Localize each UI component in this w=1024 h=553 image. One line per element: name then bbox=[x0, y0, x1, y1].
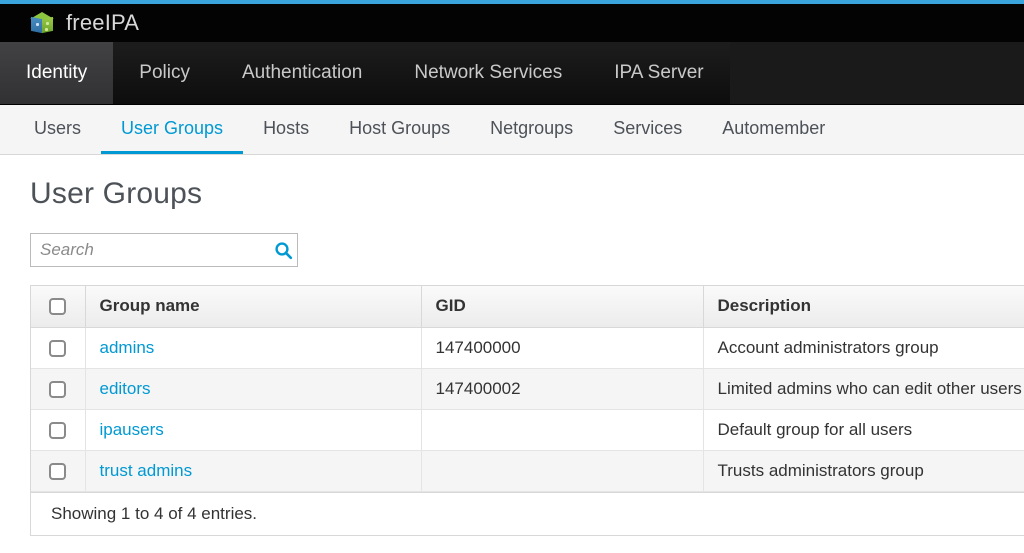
row-checkbox[interactable] bbox=[49, 339, 67, 357]
brand-bar: freeIPA bbox=[0, 4, 1024, 42]
row-select-cell bbox=[31, 327, 86, 369]
cell-group-name: trust admins bbox=[85, 450, 422, 492]
cell-description: Account administrators group bbox=[703, 327, 1024, 369]
select-all-checkbox[interactable] bbox=[49, 298, 67, 316]
cube-logo-icon bbox=[30, 11, 54, 35]
column-header-gid[interactable]: GID bbox=[421, 286, 704, 328]
column-header-description[interactable]: Description bbox=[703, 286, 1024, 328]
group-link-admins[interactable]: admins bbox=[100, 338, 155, 357]
table-header-row: Group name GID Description bbox=[31, 286, 1024, 328]
group-link-trust-admins[interactable]: trust admins bbox=[100, 461, 193, 480]
tab-host-groups[interactable]: Host Groups bbox=[329, 105, 470, 154]
row-select-cell bbox=[31, 368, 86, 410]
cell-gid bbox=[421, 409, 704, 451]
row-select-cell bbox=[31, 409, 86, 451]
group-link-editors[interactable]: editors bbox=[100, 379, 151, 398]
cell-group-name: editors bbox=[85, 368, 422, 410]
user-groups-table-container: Group name GID Description admins 147400… bbox=[30, 285, 1024, 493]
search-button[interactable] bbox=[269, 234, 297, 266]
cell-description: Trusts administrators group bbox=[703, 450, 1024, 492]
group-link-ipausers[interactable]: ipausers bbox=[100, 420, 164, 439]
search-box bbox=[30, 233, 298, 267]
nav-item-policy[interactable]: Policy bbox=[113, 42, 216, 104]
tab-hosts[interactable]: Hosts bbox=[243, 105, 329, 154]
select-all-header bbox=[31, 286, 86, 328]
cell-gid: 147400002 bbox=[421, 368, 704, 410]
tab-services[interactable]: Services bbox=[593, 105, 702, 154]
search-icon bbox=[274, 241, 292, 259]
nav-item-ipa-server[interactable]: IPA Server bbox=[588, 42, 730, 104]
nav-item-identity[interactable]: Identity bbox=[0, 42, 114, 104]
tab-netgroups[interactable]: Netgroups bbox=[470, 105, 593, 154]
tab-users[interactable]: Users bbox=[14, 105, 101, 154]
row-checkbox[interactable] bbox=[49, 380, 67, 398]
row-checkbox[interactable] bbox=[49, 421, 67, 439]
secondary-tab-bar: Users User Groups Hosts Host Groups Netg… bbox=[0, 105, 1024, 155]
cell-description: Limited admins who can edit other users bbox=[703, 368, 1024, 410]
cell-description: Default group for all users bbox=[703, 409, 1024, 451]
search-input[interactable] bbox=[31, 234, 269, 266]
table-row: editors 147400002 Limited admins who can… bbox=[31, 368, 1024, 410]
main-content: User Groups Group name GID Descri bbox=[0, 155, 1024, 536]
page-title: User Groups bbox=[30, 177, 203, 210]
cell-group-name: ipausers bbox=[85, 409, 422, 451]
row-select-cell bbox=[31, 450, 86, 492]
tab-automember[interactable]: Automember bbox=[702, 105, 845, 154]
table-row: ipausers Default group for all users bbox=[31, 409, 1024, 451]
cell-group-name: admins bbox=[85, 327, 422, 369]
row-checkbox[interactable] bbox=[49, 462, 67, 480]
tab-user-groups[interactable]: User Groups bbox=[101, 105, 244, 154]
nav-item-authentication[interactable]: Authentication bbox=[215, 42, 389, 104]
user-groups-table: Group name GID Description admins 147400… bbox=[31, 286, 1024, 492]
table-row: trust admins Trusts administrators group bbox=[31, 450, 1024, 492]
cell-gid bbox=[421, 450, 704, 492]
table-row: admins 147400000 Account administrators … bbox=[31, 327, 1024, 369]
cell-gid: 147400000 bbox=[421, 327, 704, 369]
column-header-group-name[interactable]: Group name bbox=[85, 286, 422, 328]
brand-name: freeIPA bbox=[66, 10, 140, 35]
nav-item-network-services[interactable]: Network Services bbox=[388, 42, 589, 104]
table-entries-summary: Showing 1 to 4 of 4 entries. bbox=[30, 492, 1024, 536]
primary-navigation: Identity Policy Authentication Network S… bbox=[0, 42, 1024, 105]
